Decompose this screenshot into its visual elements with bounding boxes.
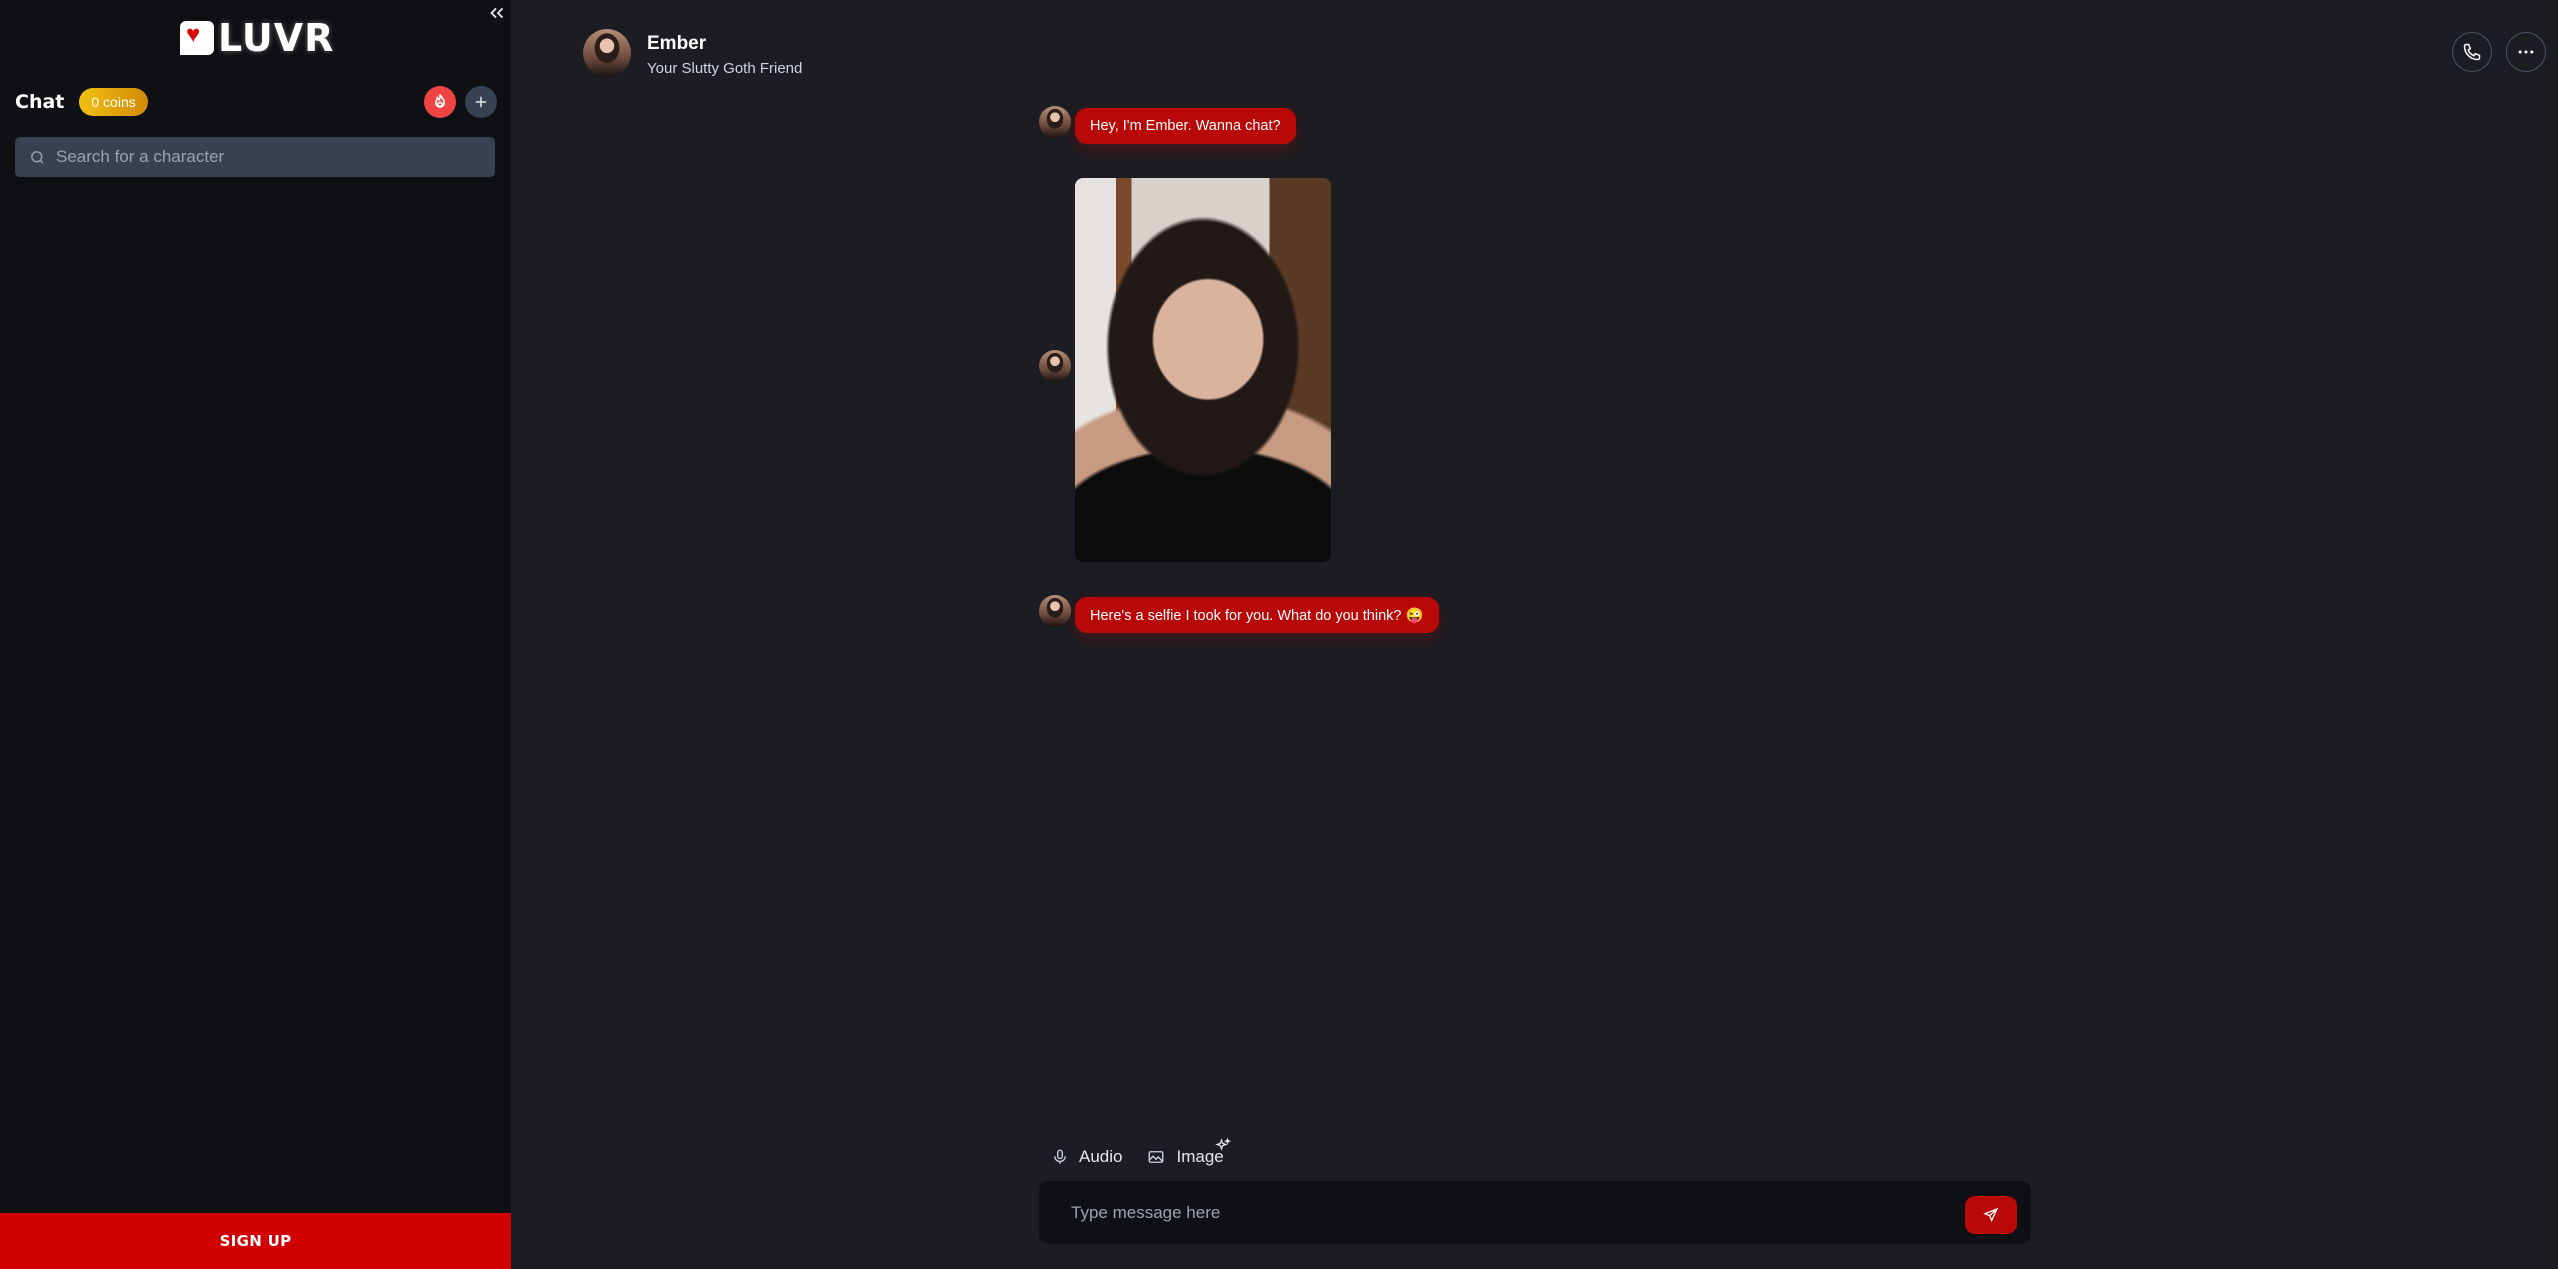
image-button[interactable]: Image <box>1146 1137 1231 1167</box>
logo-text: LUVR <box>218 16 335 60</box>
search-box <box>15 137 495 177</box>
microphone-icon <box>1054 1149 1066 1164</box>
audio-label: Audio <box>1079 1147 1123 1166</box>
phone-icon <box>2463 43 2481 61</box>
coins-badge[interactable]: 0 coins <box>79 88 148 116</box>
chat-label: Chat <box>15 91 65 113</box>
call-button[interactable] <box>2452 32 2492 72</box>
search-icon <box>31 150 44 164</box>
message-input[interactable] <box>1071 1199 1951 1227</box>
message-avatar <box>1039 595 1071 627</box>
more-horizontal-icon <box>2518 50 2534 54</box>
logo[interactable]: LUVR <box>180 18 334 58</box>
new-chat-button[interactable] <box>465 86 497 118</box>
message-avatar <box>1039 106 1071 138</box>
sign-up-button[interactable]: SIGN UP <box>0 1213 511 1269</box>
chat-header-row: Chat 0 coins <box>15 86 497 118</box>
message-bubble: Here's a selfie I took for you. What do … <box>1075 597 1439 633</box>
character-name: Ember <box>647 33 707 54</box>
hot-button[interactable] <box>424 86 456 118</box>
plus-icon <box>475 96 487 108</box>
message-composer <box>1039 1181 2031 1244</box>
audio-button[interactable]: Audio <box>1051 1147 1122 1167</box>
chat-panel: Ember Your Slutty Goth Friend Hey, I'm E… <box>511 0 2558 1269</box>
message-bubble: Hey, I'm Ember. Wanna chat? <box>1075 108 1296 144</box>
collapse-sidebar-button[interactable] <box>486 2 508 24</box>
send-button[interactable] <box>1965 1196 2017 1234</box>
sparkles-icon <box>1214 1137 1231 1151</box>
heart-chat-icon <box>180 21 214 55</box>
fire-icon <box>434 94 446 108</box>
double-chevron-left-icon <box>490 7 504 19</box>
more-options-button[interactable] <box>2506 32 2546 72</box>
image-icon <box>1149 1151 1164 1163</box>
character-avatar[interactable] <box>583 29 631 77</box>
search-input[interactable] <box>56 147 476 167</box>
message-image[interactable] <box>1075 178 1331 562</box>
composer-actions: Audio Image <box>1051 1137 1248 1172</box>
send-icon <box>1983 1207 1999 1222</box>
sidebar: LUVR Chat 0 coins SIGN UP <box>0 0 511 1269</box>
message-avatar <box>1039 350 1071 382</box>
character-subtitle: Your Slutty Goth Friend <box>647 60 803 77</box>
